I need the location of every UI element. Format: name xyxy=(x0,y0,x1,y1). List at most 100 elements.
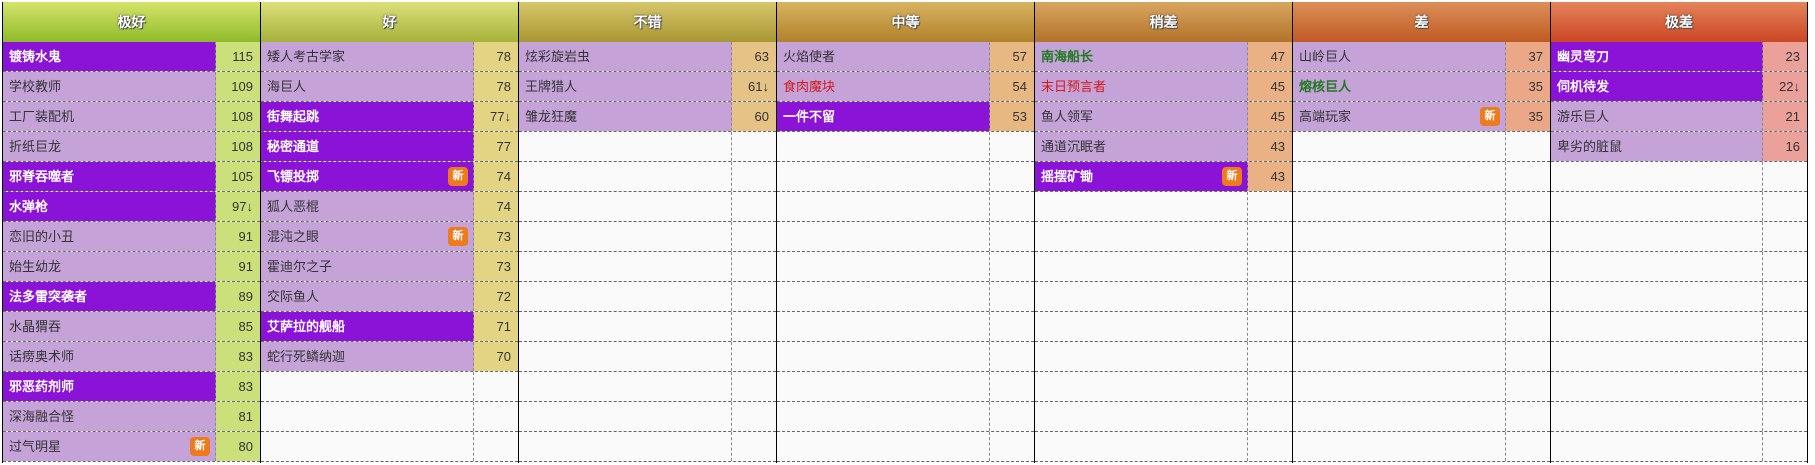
card-name-text: 狐人恶棍 xyxy=(267,199,320,214)
card-row[interactable]: 海巨人 78 xyxy=(261,72,518,102)
tier-column: 极差 幽灵弯刀 23 伺机待发 22↓ 游乐巨人 21 卑劣的脏鼠 16 xyxy=(1550,2,1808,463)
card-row[interactable]: 狐人恶棍 74 xyxy=(261,192,518,222)
card-row[interactable]: 镀铸水鬼 115 xyxy=(3,42,260,72)
card-row[interactable]: 恋旧的小丑 91 xyxy=(3,222,260,252)
card-row[interactable]: 火焰使者 57 xyxy=(777,42,1034,72)
card-row[interactable]: 高端玩家 新 35 xyxy=(1293,102,1550,132)
empty-name-cell xyxy=(1551,342,1764,371)
new-badge: 新 xyxy=(1480,107,1500,126)
empty-row xyxy=(519,342,776,372)
card-row[interactable]: 蛇行死鳞纳迦 70 xyxy=(261,342,518,372)
empty-name-cell xyxy=(1035,342,1248,371)
card-score: 91 xyxy=(216,252,260,281)
card-row[interactable]: 矮人考古学家 78 xyxy=(261,42,518,72)
card-row[interactable]: 王牌猎人 61↓ xyxy=(519,72,776,102)
card-score: 70 xyxy=(474,342,518,371)
card-row[interactable]: 食肉魔块 54 xyxy=(777,72,1034,102)
card-row[interactable]: 邪恶药剂师 83 xyxy=(3,372,260,402)
empty-row xyxy=(1551,282,1807,312)
card-row[interactable]: 霍迪尔之子 73 xyxy=(261,252,518,282)
empty-name-cell xyxy=(1293,312,1506,341)
card-row[interactable]: 艾萨拉的舰船 71 xyxy=(261,312,518,342)
card-score: 89 xyxy=(216,282,260,311)
empty-name-cell xyxy=(261,372,474,401)
empty-score-cell xyxy=(1506,252,1550,281)
empty-row xyxy=(1035,432,1292,462)
card-row[interactable]: 秘密通道 77 xyxy=(261,132,518,162)
empty-score-cell xyxy=(1248,432,1292,461)
card-name: 飞镖投掷 新 xyxy=(261,162,474,191)
card-name-text: 深海融合怪 xyxy=(9,409,75,424)
card-row[interactable]: 一件不留 53 xyxy=(777,102,1034,132)
empty-row xyxy=(1035,372,1292,402)
card-row[interactable]: 始生幼龙 91 xyxy=(3,252,260,282)
empty-row xyxy=(1035,342,1292,372)
empty-score-cell xyxy=(1506,312,1550,341)
card-row[interactable]: 折纸巨龙 108 xyxy=(3,132,260,162)
empty-name-cell xyxy=(777,372,990,401)
card-score: 115 xyxy=(216,42,260,71)
card-row[interactable]: 摇摆矿锄 新 43 xyxy=(1035,162,1292,192)
empty-score-cell xyxy=(732,192,776,221)
card-row[interactable]: 深海融合怪 81 xyxy=(3,402,260,432)
empty-row xyxy=(519,312,776,342)
card-row[interactable]: 幽灵弯刀 23 xyxy=(1551,42,1807,72)
card-row[interactable]: 伺机待发 22↓ xyxy=(1551,72,1807,102)
card-score: 77 xyxy=(474,132,518,161)
card-row[interactable]: 水弹枪 97↓ xyxy=(3,192,260,222)
new-badge: 新 xyxy=(190,437,210,456)
card-row[interactable]: 末日预言者 45 xyxy=(1035,72,1292,102)
tier-rows: 炫彩旋岩虫 63 王牌猎人 61↓ 雏龙狂魔 60 xyxy=(519,42,776,462)
card-row[interactable]: 法多雷突袭者 89 xyxy=(3,282,260,312)
empty-row xyxy=(1551,372,1807,402)
card-row[interactable]: 话痨奥术师 83 xyxy=(3,342,260,372)
card-name-text: 恋旧的小丑 xyxy=(9,229,75,244)
empty-score-cell xyxy=(1763,282,1807,311)
card-row[interactable]: 过气明星 新 80 xyxy=(3,432,260,462)
empty-score-cell xyxy=(1248,312,1292,341)
empty-score-cell xyxy=(732,402,776,431)
empty-name-cell xyxy=(1551,162,1764,191)
card-row[interactable]: 通道沉眠者 43 xyxy=(1035,132,1292,162)
card-row[interactable]: 雏龙狂魔 60 xyxy=(519,102,776,132)
card-name: 矮人考古学家 xyxy=(261,42,474,71)
card-row[interactable]: 水晶猬吞 85 xyxy=(3,312,260,342)
card-row[interactable]: 混沌之眼 新 73 xyxy=(261,222,518,252)
empty-score-cell xyxy=(1763,312,1807,341)
card-row[interactable]: 鱼人领军 45 xyxy=(1035,102,1292,132)
card-row[interactable]: 街舞起跳 77↓ xyxy=(261,102,518,132)
empty-name-cell xyxy=(777,192,990,221)
empty-name-cell xyxy=(1035,372,1248,401)
empty-row xyxy=(1551,252,1807,282)
card-name: 混沌之眼 新 xyxy=(261,222,474,251)
empty-score-cell xyxy=(1506,372,1550,401)
card-row[interactable]: 工厂装配机 108 xyxy=(3,102,260,132)
card-name: 话痨奥术师 xyxy=(3,342,216,371)
card-row[interactable]: 炫彩旋岩虫 63 xyxy=(519,42,776,72)
card-name-text: 秘密通道 xyxy=(267,139,320,154)
card-score: 45 xyxy=(1248,102,1292,131)
empty-score-cell xyxy=(990,222,1034,251)
empty-score-cell xyxy=(1248,342,1292,371)
empty-name-cell xyxy=(261,402,474,431)
empty-name-cell xyxy=(777,312,990,341)
card-row[interactable]: 山岭巨人 37 xyxy=(1293,42,1550,72)
card-row[interactable]: 学校教师 109 xyxy=(3,72,260,102)
card-row[interactable]: 卑劣的脏鼠 16 xyxy=(1551,132,1807,162)
card-row[interactable]: 南海船长 47 xyxy=(1035,42,1292,72)
card-row[interactable]: 熔核巨人 35 xyxy=(1293,72,1550,102)
card-row[interactable]: 飞镖投掷 新 74 xyxy=(261,162,518,192)
empty-score-cell xyxy=(1763,372,1807,401)
card-row[interactable]: 交际鱼人 72 xyxy=(261,282,518,312)
card-row[interactable]: 游乐巨人 21 xyxy=(1551,102,1807,132)
card-score: 45 xyxy=(1248,72,1292,101)
empty-score-cell xyxy=(990,342,1034,371)
card-name: 伺机待发 xyxy=(1551,72,1764,101)
card-name: 深海融合怪 xyxy=(3,402,216,431)
empty-name-cell xyxy=(1035,402,1248,431)
empty-name-cell xyxy=(1035,252,1248,281)
empty-score-cell xyxy=(732,432,776,461)
card-row[interactable]: 邪脊吞噬者 105 xyxy=(3,162,260,192)
card-score: 74 xyxy=(474,192,518,221)
card-name: 炫彩旋岩虫 xyxy=(519,42,732,71)
